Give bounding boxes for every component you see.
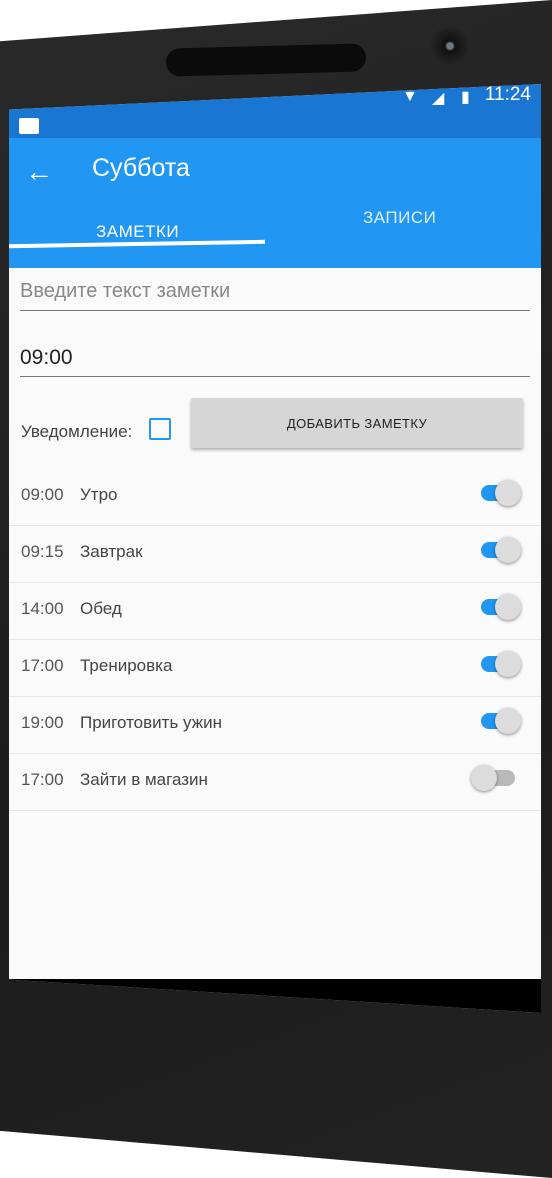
time-input[interactable]: 09:00 <box>20 346 530 377</box>
no-signal-icon: ◢ <box>432 90 445 107</box>
note-time: 09:15 <box>21 542 64 561</box>
wifi-icon: ▼ <box>402 88 418 105</box>
list-item[interactable]: 17:00 Зайти в магазин <box>9 754 541 811</box>
note-text: Утро <box>80 485 118 504</box>
front-camera <box>430 26 470 66</box>
note-time: 19:00 <box>21 713 64 732</box>
list-item[interactable]: 19:00 Приготовить ужин <box>9 697 541 754</box>
note-toggle[interactable] <box>481 708 521 734</box>
note-text: Тренировка <box>80 656 173 675</box>
note-toggle[interactable] <box>481 480 521 506</box>
note-text: Зайти в магазин <box>80 770 208 789</box>
tab-records[interactable]: ЗАПИСИ <box>363 208 436 228</box>
toggle-knob <box>495 537 521 563</box>
app-bar: ← Суббота ЗАМЕТКИ ЗАПИСИ <box>9 138 541 268</box>
arrow-left-icon[interactable]: ← <box>25 156 53 188</box>
note-time: 17:00 <box>21 656 64 675</box>
note-toggle[interactable] <box>481 594 521 620</box>
list-item[interactable]: 09:15 Завтрак <box>9 526 541 583</box>
note-time: 09:00 <box>21 485 64 504</box>
notification-folder-icon <box>19 118 39 134</box>
page-title: Суббота <box>92 154 190 182</box>
note-text: Обед <box>80 599 122 618</box>
note-time: 14:00 <box>21 599 64 618</box>
note-text: Завтрак <box>80 542 143 561</box>
note-toggle[interactable] <box>481 537 521 563</box>
earpiece-speaker <box>165 43 367 77</box>
toggle-knob <box>495 480 521 506</box>
note-toggle[interactable] <box>481 651 521 677</box>
add-note-button[interactable]: ДОБАВИТЬ ЗАМЕТКУ <box>191 398 523 448</box>
screen: ▼ ◢ ▮ 11:24 ← Суббота ЗАМЕТКИ ЗАПИСИ Вве… <box>9 84 541 1013</box>
note-text: Приготовить ужин <box>80 713 222 732</box>
toggle-knob <box>495 651 521 677</box>
battery-charging-icon: ▮ <box>461 89 470 106</box>
status-time: 11:24 <box>484 84 531 105</box>
tab-notes[interactable]: ЗАМЕТКИ <box>96 222 179 242</box>
note-toggle[interactable] <box>471 765 515 791</box>
list-item[interactable]: 14:00 Обед <box>9 583 541 640</box>
toggle-knob <box>471 765 497 791</box>
notes-list: 09:00 Утро 09:15 Завтрак 14:00 Обед 17:0… <box>9 469 541 811</box>
list-item[interactable]: 17:00 Тренировка <box>9 640 541 697</box>
note-text-input[interactable]: Введите текст заметки <box>20 280 530 311</box>
toggle-knob <box>495 708 521 734</box>
notification-checkbox[interactable] <box>149 418 171 440</box>
list-item[interactable]: 09:00 Утро <box>9 469 541 526</box>
toggle-knob <box>495 594 521 620</box>
tab-indicator <box>9 239 265 249</box>
note-time: 17:00 <box>21 770 64 789</box>
notification-label: Уведомление: <box>21 422 133 441</box>
